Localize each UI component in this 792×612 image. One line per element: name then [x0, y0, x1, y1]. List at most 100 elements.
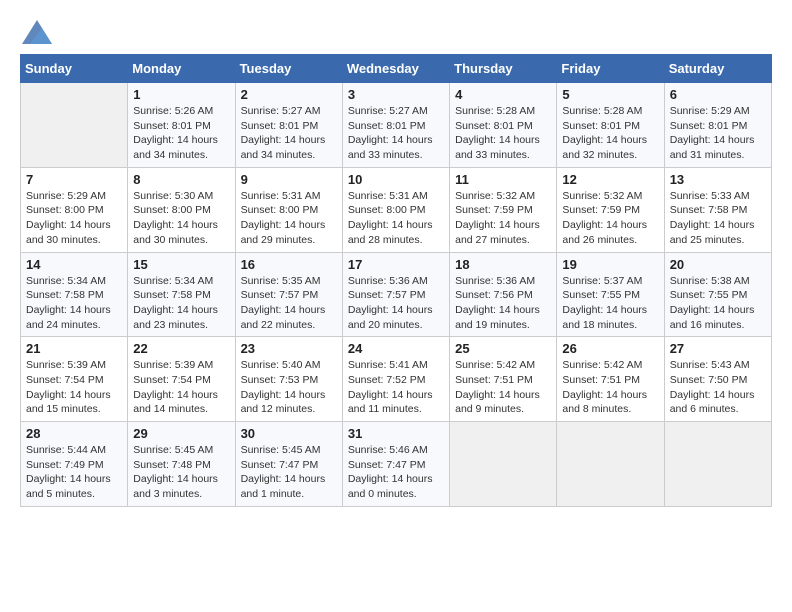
day-info: Sunrise: 5:29 AM Sunset: 8:00 PM Dayligh…	[26, 189, 122, 248]
day-cell	[450, 422, 557, 507]
day-cell: 9 Sunrise: 5:31 AM Sunset: 8:00 PM Daylig…	[235, 167, 342, 252]
header-cell-thursday: Thursday	[450, 55, 557, 83]
day-cell: 29 Sunrise: 5:45 AM Sunset: 7:48 PM Dayli…	[128, 422, 235, 507]
day-number: 15	[133, 257, 229, 272]
day-cell: 31 Sunrise: 5:46 AM Sunset: 7:47 PM Dayli…	[342, 422, 449, 507]
day-info: Sunrise: 5:36 AM Sunset: 7:56 PM Dayligh…	[455, 274, 551, 333]
day-info: Sunrise: 5:37 AM Sunset: 7:55 PM Dayligh…	[562, 274, 658, 333]
day-number: 28	[26, 426, 122, 441]
day-info: Sunrise: 5:39 AM Sunset: 7:54 PM Dayligh…	[133, 358, 229, 417]
header-row: SundayMondayTuesdayWednesdayThursdayFrid…	[21, 55, 772, 83]
day-number: 1	[133, 87, 229, 102]
day-cell	[21, 83, 128, 168]
day-cell: 24 Sunrise: 5:41 AM Sunset: 7:52 PM Dayli…	[342, 337, 449, 422]
day-info: Sunrise: 5:42 AM Sunset: 7:51 PM Dayligh…	[455, 358, 551, 417]
day-info: Sunrise: 5:42 AM Sunset: 7:51 PM Dayligh…	[562, 358, 658, 417]
day-cell: 17Sunrise: 5:36 AM Sunset: 7:57 PM Dayli…	[342, 252, 449, 337]
day-number: 23	[241, 341, 337, 356]
day-number: 3	[348, 87, 444, 102]
day-number: 16	[241, 257, 337, 272]
day-number: 30	[241, 426, 337, 441]
day-cell: 6 Sunrise: 5:29 AM Sunset: 8:01 PM Daylig…	[664, 83, 771, 168]
day-number: 18	[455, 257, 551, 272]
day-info: Sunrise: 5:30 AM Sunset: 8:00 PM Dayligh…	[133, 189, 229, 248]
calendar-header: SundayMondayTuesdayWednesdayThursdayFrid…	[21, 55, 772, 83]
header-cell-saturday: Saturday	[664, 55, 771, 83]
day-info: Sunrise: 5:32 AM Sunset: 7:59 PM Dayligh…	[562, 189, 658, 248]
day-number: 21	[26, 341, 122, 356]
day-info: Sunrise: 5:31 AM Sunset: 8:00 PM Dayligh…	[241, 189, 337, 248]
day-number: 31	[348, 426, 444, 441]
day-cell: 5 Sunrise: 5:28 AM Sunset: 8:01 PM Daylig…	[557, 83, 664, 168]
day-number: 14	[26, 257, 122, 272]
day-cell: 23Sunrise: 5:40 AM Sunset: 7:53 PM Dayli…	[235, 337, 342, 422]
day-info: Sunrise: 5:28 AM Sunset: 8:01 PM Dayligh…	[562, 104, 658, 163]
day-info: Sunrise: 5:46 AM Sunset: 7:47 PM Dayligh…	[348, 443, 444, 502]
day-cell: 28Sunrise: 5:44 AM Sunset: 7:49 PM Dayli…	[21, 422, 128, 507]
day-cell: 19 Sunrise: 5:37 AM Sunset: 7:55 PM Dayli…	[557, 252, 664, 337]
day-info: Sunrise: 5:29 AM Sunset: 8:01 PM Dayligh…	[670, 104, 766, 163]
day-cell: 11Sunrise: 5:32 AM Sunset: 7:59 PM Dayli…	[450, 167, 557, 252]
header-cell-monday: Monday	[128, 55, 235, 83]
day-number: 5	[562, 87, 658, 102]
day-number: 8	[133, 172, 229, 187]
day-cell: 15 Sunrise: 5:34 AM Sunset: 7:58 PM Dayli…	[128, 252, 235, 337]
week-row-3: 14 Sunrise: 5:34 AM Sunset: 7:58 PM Dayli…	[21, 252, 772, 337]
week-row-1: 1Sunrise: 5:26 AM Sunset: 8:01 PM Daylig…	[21, 83, 772, 168]
day-info: Sunrise: 5:34 AM Sunset: 7:58 PM Dayligh…	[26, 274, 122, 333]
day-number: 29	[133, 426, 229, 441]
day-cell: 21 Sunrise: 5:39 AM Sunset: 7:54 PM Dayli…	[21, 337, 128, 422]
day-info: Sunrise: 5:45 AM Sunset: 7:47 PM Dayligh…	[241, 443, 337, 502]
day-number: 22	[133, 341, 229, 356]
day-number: 26	[562, 341, 658, 356]
day-cell: 3 Sunrise: 5:27 AM Sunset: 8:01 PM Daylig…	[342, 83, 449, 168]
header	[20, 20, 772, 44]
day-number: 7	[26, 172, 122, 187]
day-number: 10	[348, 172, 444, 187]
day-number: 2	[241, 87, 337, 102]
calendar-body: 1Sunrise: 5:26 AM Sunset: 8:01 PM Daylig…	[21, 83, 772, 507]
day-number: 12	[562, 172, 658, 187]
week-row-4: 21 Sunrise: 5:39 AM Sunset: 7:54 PM Dayli…	[21, 337, 772, 422]
day-info: Sunrise: 5:34 AM Sunset: 7:58 PM Dayligh…	[133, 274, 229, 333]
day-info: Sunrise: 5:27 AM Sunset: 8:01 PM Dayligh…	[241, 104, 337, 163]
day-cell: 10 Sunrise: 5:31 AM Sunset: 8:00 PM Dayli…	[342, 167, 449, 252]
day-cell: 2 Sunrise: 5:27 AM Sunset: 8:01 PM Daylig…	[235, 83, 342, 168]
day-number: 13	[670, 172, 766, 187]
calendar-table: SundayMondayTuesdayWednesdayThursdayFrid…	[20, 54, 772, 507]
day-cell	[664, 422, 771, 507]
day-cell: 26 Sunrise: 5:42 AM Sunset: 7:51 PM Dayli…	[557, 337, 664, 422]
header-cell-wednesday: Wednesday	[342, 55, 449, 83]
day-info: Sunrise: 5:43 AM Sunset: 7:50 PM Dayligh…	[670, 358, 766, 417]
day-number: 20	[670, 257, 766, 272]
day-info: Sunrise: 5:28 AM Sunset: 8:01 PM Dayligh…	[455, 104, 551, 163]
day-info: Sunrise: 5:27 AM Sunset: 8:01 PM Dayligh…	[348, 104, 444, 163]
day-cell: 16 Sunrise: 5:35 AM Sunset: 7:57 PM Dayli…	[235, 252, 342, 337]
day-info: Sunrise: 5:45 AM Sunset: 7:48 PM Dayligh…	[133, 443, 229, 502]
day-info: Sunrise: 5:36 AM Sunset: 7:57 PM Dayligh…	[348, 274, 444, 333]
day-info: Sunrise: 5:41 AM Sunset: 7:52 PM Dayligh…	[348, 358, 444, 417]
day-number: 6	[670, 87, 766, 102]
day-info: Sunrise: 5:33 AM Sunset: 7:58 PM Dayligh…	[670, 189, 766, 248]
day-cell: 4Sunrise: 5:28 AM Sunset: 8:01 PM Daylig…	[450, 83, 557, 168]
day-cell: 22 Sunrise: 5:39 AM Sunset: 7:54 PM Dayli…	[128, 337, 235, 422]
day-info: Sunrise: 5:32 AM Sunset: 7:59 PM Dayligh…	[455, 189, 551, 248]
day-number: 24	[348, 341, 444, 356]
day-cell: 8 Sunrise: 5:30 AM Sunset: 8:00 PM Daylig…	[128, 167, 235, 252]
day-cell: 18 Sunrise: 5:36 AM Sunset: 7:56 PM Dayli…	[450, 252, 557, 337]
logo	[20, 20, 52, 44]
day-number: 25	[455, 341, 551, 356]
header-cell-friday: Friday	[557, 55, 664, 83]
header-cell-sunday: Sunday	[21, 55, 128, 83]
day-number: 19	[562, 257, 658, 272]
day-cell: 1Sunrise: 5:26 AM Sunset: 8:01 PM Daylig…	[128, 83, 235, 168]
day-info: Sunrise: 5:38 AM Sunset: 7:55 PM Dayligh…	[670, 274, 766, 333]
day-number: 27	[670, 341, 766, 356]
day-number: 9	[241, 172, 337, 187]
week-row-2: 7 Sunrise: 5:29 AM Sunset: 8:00 PM Daylig…	[21, 167, 772, 252]
day-cell: 20 Sunrise: 5:38 AM Sunset: 7:55 PM Dayli…	[664, 252, 771, 337]
day-info: Sunrise: 5:31 AM Sunset: 8:00 PM Dayligh…	[348, 189, 444, 248]
day-info: Sunrise: 5:35 AM Sunset: 7:57 PM Dayligh…	[241, 274, 337, 333]
logo-icon	[22, 20, 52, 44]
day-info: Sunrise: 5:39 AM Sunset: 7:54 PM Dayligh…	[26, 358, 122, 417]
